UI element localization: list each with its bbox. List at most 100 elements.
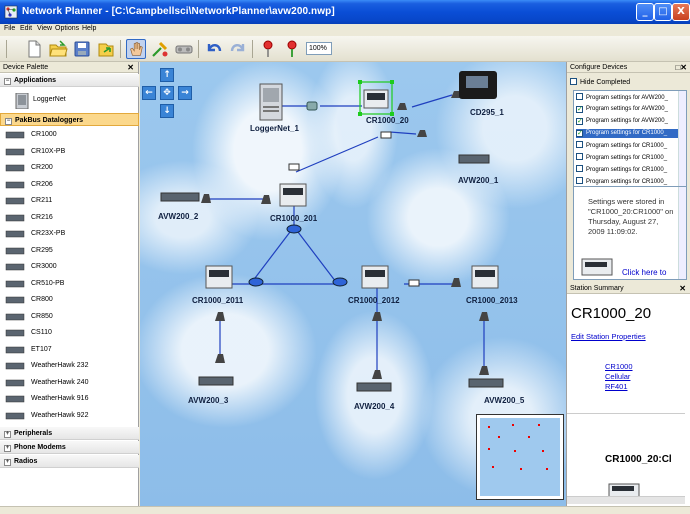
minimize-button[interactable]: _ <box>636 3 654 21</box>
hand-icon[interactable] <box>126 39 146 59</box>
task-list-scrollbar[interactable] <box>678 91 686 199</box>
palette-item[interactable]: WeatherHawk 232 <box>5 359 135 373</box>
avw200-icon[interactable] <box>356 380 392 394</box>
display-device-icon[interactable] <box>458 70 498 100</box>
configure-task-list[interactable]: Program settings for AVW200_ ✓ Program set… <box>573 90 687 200</box>
configure-info-box: Settings were stored in "CR1000_20:CR100… <box>573 186 687 280</box>
click-here-link[interactable]: Click here to <box>622 268 666 277</box>
palette-item[interactable]: CR510-PB <box>5 277 135 291</box>
task-checkbox[interactable]: ✓ <box>576 118 583 125</box>
pan-left-button[interactable]: ← <box>142 86 156 100</box>
export-icon[interactable] <box>96 39 116 59</box>
map-dot <box>514 450 516 452</box>
task-row[interactable]: Program settings for CR1000_ <box>576 177 680 186</box>
palette-item[interactable]: CR3000 <box>5 260 135 274</box>
radio-connector-icon <box>408 279 420 287</box>
palette-item[interactable]: CR216 <box>5 211 135 225</box>
palette-item[interactable]: CR23X-PB <box>5 227 135 241</box>
pan-center-button[interactable]: ✥ <box>160 86 174 100</box>
datalogger-icon[interactable] <box>278 180 308 208</box>
menu-edit[interactable]: Edit <box>20 25 32 32</box>
panel-close-icon[interactable]: □✕ <box>675 62 687 73</box>
close-palette-icon[interactable]: ✕ <box>127 62 134 73</box>
palette-item[interactable]: CR200 <box>5 161 135 175</box>
menu-help[interactable]: Help <box>82 25 96 32</box>
overview-map[interactable] <box>476 414 564 500</box>
open-folder-icon[interactable] <box>48 39 68 59</box>
menu-options[interactable]: Options <box>55 25 79 32</box>
datalogger-icon <box>5 412 25 419</box>
pan-up-button[interactable]: ↑ <box>160 68 174 82</box>
task-checkbox[interactable] <box>576 141 583 148</box>
avw200-icon[interactable] <box>468 376 504 390</box>
palette-item[interactable]: CS110 <box>5 326 135 340</box>
task-row[interactable]: ✓ Program settings for AVW200_ <box>576 105 680 114</box>
network-canvas[interactable]: ↑ ← ✥ → ↓ LoggerNet_1 CR1000_20 CD295_1 … <box>140 62 566 506</box>
datalogger-icon[interactable] <box>360 262 390 290</box>
maximize-button[interactable]: □ <box>654 3 672 21</box>
summary-scrollbar[interactable] <box>567 496 685 504</box>
palette-item[interactable]: CR211 <box>5 194 135 208</box>
group-radios[interactable]: + Radios <box>0 455 139 468</box>
component-link[interactable]: CR1000 <box>605 362 633 371</box>
node-label: AVW200_4 <box>354 402 395 411</box>
task-row[interactable]: ✓ Program settings for AVW200_ <box>576 117 680 126</box>
task-checkbox[interactable] <box>576 165 583 172</box>
menu-file[interactable]: File <box>4 25 15 32</box>
task-row[interactable]: Program settings for CR1000_ <box>576 165 680 174</box>
group-pakbus-dataloggers[interactable]: − PakBus Dataloggers <box>0 113 139 126</box>
task-row[interactable]: Program settings for AVW200_ <box>576 93 680 102</box>
palette-item[interactable]: CR206 <box>5 178 135 192</box>
palette-item[interactable]: WeatherHawk 916 <box>5 392 135 406</box>
wizard-icon[interactable] <box>174 39 194 59</box>
task-checkbox[interactable]: ✓ <box>576 106 583 113</box>
palette-item-loggernet[interactable]: LoggerNet <box>5 90 135 110</box>
connect-icon[interactable] <box>150 39 170 59</box>
palette-item[interactable]: WeatherHawk 922 <box>5 409 135 423</box>
task-row[interactable]: ✓ Program settings for CR1000_ <box>576 129 680 138</box>
datalogger-icon[interactable] <box>470 262 500 290</box>
pan-down-button[interactable]: ↓ <box>160 104 174 118</box>
pin-green-icon[interactable] <box>282 39 302 59</box>
palette-item[interactable]: ET107 <box>5 343 135 357</box>
task-checkbox[interactable] <box>576 177 583 184</box>
avw200-icon[interactable] <box>160 190 200 204</box>
palette-item[interactable]: CR850 <box>5 310 135 324</box>
palette-item[interactable]: WeatherHawk 240 <box>5 376 135 390</box>
new-file-icon[interactable] <box>24 39 44 59</box>
group-phone-modems[interactable]: + Phone Modems <box>0 441 139 454</box>
task-checkbox[interactable] <box>576 153 583 160</box>
task-checkbox[interactable]: ✓ <box>576 130 583 137</box>
palette-item[interactable]: CR800 <box>5 293 135 307</box>
component-link[interactable]: Cellular <box>605 372 630 381</box>
redo-icon[interactable] <box>228 39 248 59</box>
palette-item[interactable]: CR295 <box>5 244 135 258</box>
datalogger-icon <box>5 197 25 205</box>
close-button[interactable]: X <box>672 3 690 21</box>
hide-completed-checkbox[interactable]: Hide Completed <box>570 78 630 86</box>
server-icon[interactable] <box>256 82 286 122</box>
task-checkbox[interactable] <box>576 93 583 100</box>
palette-item[interactable]: CR1000 <box>5 128 135 142</box>
avw200-icon[interactable] <box>198 374 234 388</box>
modem-icon <box>215 354 225 363</box>
info-scrollbar[interactable] <box>678 187 686 279</box>
toolbar-grip <box>6 40 7 58</box>
save-icon[interactable] <box>72 39 92 59</box>
pan-right-button[interactable]: → <box>178 86 192 100</box>
undo-icon[interactable] <box>204 39 224 59</box>
group-peripherals[interactable]: + Peripherals <box>0 427 139 440</box>
datalogger-icon[interactable] <box>204 262 234 290</box>
task-row[interactable]: Program settings for CR1000_ <box>576 141 680 150</box>
menu-view[interactable]: View <box>37 25 52 32</box>
group-applications[interactable]: − Applications <box>0 74 139 87</box>
pin-red-icon[interactable] <box>258 39 278 59</box>
avw200-icon[interactable] <box>458 152 490 166</box>
datalogger-icon[interactable] <box>362 84 390 112</box>
task-row[interactable]: Program settings for CR1000_ <box>576 153 680 162</box>
palette-item[interactable]: CR10X-PB <box>5 145 135 159</box>
close-summary-icon[interactable]: ✕ <box>679 283 686 294</box>
edit-station-link[interactable]: Edit Station Properties <box>571 332 646 341</box>
zoom-level-field[interactable]: 100% <box>306 42 332 55</box>
component-link[interactable]: RF401 <box>605 382 628 391</box>
